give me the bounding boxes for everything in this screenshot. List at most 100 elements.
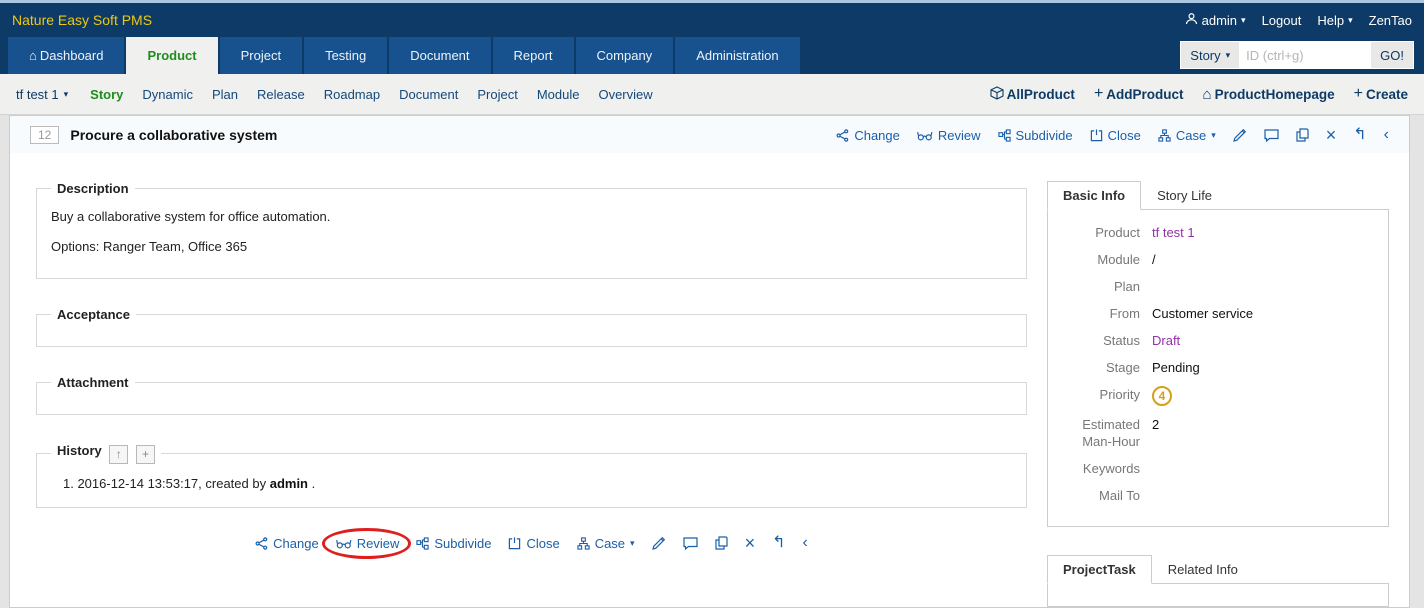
help-menu[interactable]: Help ▾: [1317, 13, 1352, 28]
subnav-item-story[interactable]: Story: [90, 87, 123, 102]
back-arrow-icon[interactable]: ↰: [772, 535, 785, 551]
field-estimated-man-hour: Estimated Man-Hour 2: [1052, 416, 1378, 450]
all-product-button[interactable]: AllProduct: [990, 86, 1075, 103]
review-button[interactable]: Review: [917, 128, 981, 143]
comment-button[interactable]: [683, 537, 698, 550]
project-task-tabbox: ProjectTask Related Info: [1047, 555, 1389, 607]
description-line: Buy a collaborative system for office au…: [51, 206, 1012, 228]
acceptance-section: Acceptance: [36, 307, 1027, 347]
plus-icon: +: [1354, 86, 1363, 102]
tab-document[interactable]: Document: [389, 37, 490, 74]
status-badge: Draft: [1152, 332, 1180, 349]
logout-link[interactable]: Logout: [1262, 13, 1302, 28]
acceptance-legend: Acceptance: [51, 307, 136, 322]
comment-icon: [683, 537, 698, 550]
product-link[interactable]: tf test 1: [1152, 224, 1195, 241]
delete-icon[interactable]: ×: [1326, 126, 1337, 144]
user-menu[interactable]: admin ▾: [1185, 12, 1246, 28]
create-button[interactable]: + Create: [1354, 86, 1408, 102]
subnav-item-dynamic[interactable]: Dynamic: [142, 87, 193, 102]
change-button[interactable]: Change: [255, 536, 319, 551]
subdivide-button[interactable]: Subdivide: [416, 536, 491, 551]
glasses-icon: [917, 129, 933, 142]
subnav-item-module[interactable]: Module: [537, 87, 580, 102]
angle-left-icon[interactable]: ‹: [803, 535, 808, 551]
product-subnav: tf test 1 ▾ Story Dynamic Plan Release R…: [0, 74, 1424, 115]
attachment-section: Attachment: [36, 375, 1027, 415]
chevron-down-icon: ▾: [64, 90, 69, 99]
copy-button[interactable]: [1296, 128, 1309, 142]
subnav-item-overview[interactable]: Overview: [598, 87, 652, 102]
description-section: Description Buy a collaborative system f…: [36, 181, 1027, 279]
home-icon: ⌂: [29, 48, 37, 63]
power-off-icon: [508, 537, 521, 550]
history-collapse-button[interactable]: ↑: [109, 445, 128, 464]
close-button[interactable]: Close: [508, 536, 559, 551]
case-menu-button[interactable]: Case ▾: [577, 536, 635, 551]
story-detail-panel: 12 Procure a collaborative system Change…: [9, 115, 1410, 608]
tab-project[interactable]: Project: [220, 37, 302, 74]
sitemap-icon: [577, 537, 590, 550]
chevron-down-icon: ▾: [1211, 131, 1216, 140]
product-homepage-button[interactable]: ⌂ ProductHomepage: [1203, 87, 1335, 102]
subnav-item-project[interactable]: Project: [477, 87, 517, 102]
delete-icon[interactable]: ×: [745, 534, 756, 552]
app-header: Nature Easy Soft PMS admin ▾ Logout Help…: [0, 3, 1424, 74]
help-label: Help: [1317, 13, 1344, 28]
tab-product[interactable]: Product: [126, 37, 217, 74]
subnav-item-plan[interactable]: Plan: [212, 87, 238, 102]
tab-related-info[interactable]: Related Info: [1152, 555, 1254, 584]
basic-info-tabbox: Basic Info Story Life Product tf test 1 …: [1047, 181, 1389, 527]
copy-button[interactable]: [715, 536, 728, 550]
field-product: Product tf test 1: [1052, 224, 1378, 241]
history-add-button[interactable]: +: [136, 445, 155, 464]
go-button[interactable]: GO!: [1371, 42, 1413, 68]
field-stage: Stage Pending: [1052, 359, 1378, 376]
review-button[interactable]: Review: [336, 536, 400, 551]
subdivide-button[interactable]: Subdivide: [998, 128, 1073, 143]
chevron-down-icon: ▾: [630, 539, 635, 548]
tab-testing[interactable]: Testing: [304, 37, 387, 74]
subnav-item-release[interactable]: Release: [257, 87, 305, 102]
copy-icon: [715, 536, 728, 550]
field-plan: Plan: [1052, 278, 1378, 295]
subnav-item-roadmap[interactable]: Roadmap: [324, 87, 380, 102]
tab-story-life[interactable]: Story Life: [1141, 181, 1228, 210]
comment-icon: [1264, 129, 1279, 142]
edit-button[interactable]: [1233, 128, 1247, 142]
tab-dashboard[interactable]: ⌂Dashboard: [8, 37, 124, 74]
search-input[interactable]: [1239, 42, 1371, 68]
user-icon: [1185, 12, 1198, 28]
edit-button[interactable]: [652, 536, 666, 550]
zentao-link[interactable]: ZenTao: [1369, 13, 1412, 28]
tab-report[interactable]: Report: [493, 37, 574, 74]
change-button[interactable]: Change: [836, 128, 900, 143]
story-toolbar-bottom: Change Review Subdivide Close Cas: [36, 534, 1027, 552]
angle-left-icon[interactable]: ‹: [1384, 127, 1389, 143]
quick-search: Story ▾ GO!: [1180, 41, 1414, 69]
close-button[interactable]: Close: [1090, 128, 1141, 143]
pencil-icon: [1233, 128, 1247, 142]
tab-basic-info[interactable]: Basic Info: [1047, 181, 1141, 210]
tab-company[interactable]: Company: [576, 37, 674, 74]
search-scope-select[interactable]: Story ▾: [1181, 42, 1239, 68]
app-brand: Nature Easy Soft PMS: [12, 12, 152, 28]
back-arrow-icon[interactable]: ↰: [1353, 127, 1366, 143]
sitemap-icon: [1158, 129, 1171, 142]
story-main-column: Description Buy a collaborative system f…: [10, 153, 1047, 574]
priority-badge: 4: [1152, 386, 1172, 406]
add-product-button[interactable]: + AddProduct: [1094, 86, 1184, 102]
case-menu-button[interactable]: Case ▾: [1158, 128, 1216, 143]
history-entry: 1. 2016-12-14 13:53:17, created by admin…: [63, 476, 1012, 491]
chevron-down-icon: ▾: [1241, 16, 1246, 25]
description-legend: Description: [51, 181, 135, 196]
field-priority: Priority 4: [1052, 386, 1378, 406]
subnav-item-document[interactable]: Document: [399, 87, 458, 102]
tab-administration[interactable]: Administration: [675, 37, 799, 74]
user-name: admin: [1202, 13, 1237, 28]
product-selector[interactable]: tf test 1 ▾: [16, 87, 68, 102]
history-legend: History: [57, 443, 102, 458]
comment-button[interactable]: [1264, 129, 1279, 142]
story-id-badge: 12: [30, 126, 59, 144]
tab-project-task[interactable]: ProjectTask: [1047, 555, 1152, 584]
